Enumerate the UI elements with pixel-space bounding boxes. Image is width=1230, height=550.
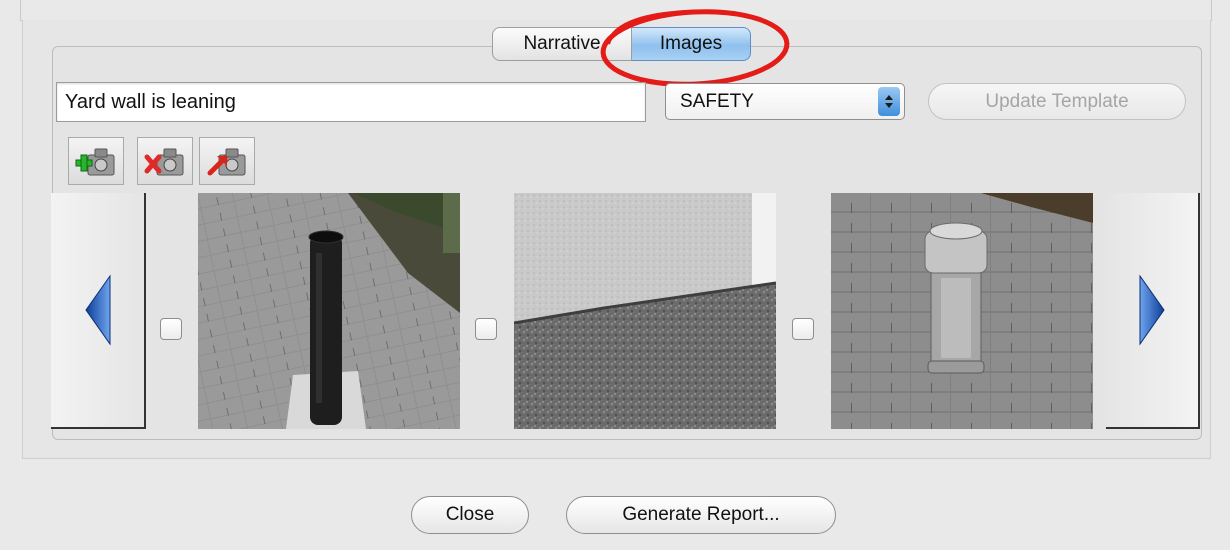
next-images-button[interactable] [1106,193,1200,429]
image-select-checkbox[interactable] [160,318,182,340]
arrow-left-icon [84,274,110,346]
delete-image-button[interactable] [137,137,193,185]
update-template-button[interactable]: Update Template [928,83,1186,120]
item-title-field[interactable] [56,82,646,122]
delete-image-icon [144,148,184,176]
category-selected-value: SAFETY [680,90,754,112]
add-image-icon [75,148,115,176]
outer-frame-top [20,0,1212,21]
dropdown-stepper-icon [878,87,900,116]
tab-narrative[interactable]: Narrative [492,27,632,61]
roof-vent-photo[interactable] [198,193,460,429]
tab-bar: Narrative Images [492,27,751,61]
image-select-checkbox[interactable] [475,318,497,340]
generate-report-button[interactable]: Generate Report... [566,496,836,534]
close-button[interactable]: Close [411,496,529,534]
export-image-button[interactable] [199,137,255,185]
metal-vent-photo[interactable] [831,193,1093,429]
wall-roof-photo[interactable] [514,193,776,429]
category-dropdown[interactable]: SAFETY [665,83,905,120]
add-image-button[interactable] [68,137,124,185]
previous-images-button[interactable] [51,193,146,429]
tab-images[interactable]: Images [632,27,751,61]
export-image-icon [207,148,246,176]
image-select-checkbox[interactable] [792,318,814,340]
arrow-right-icon [1139,274,1165,346]
